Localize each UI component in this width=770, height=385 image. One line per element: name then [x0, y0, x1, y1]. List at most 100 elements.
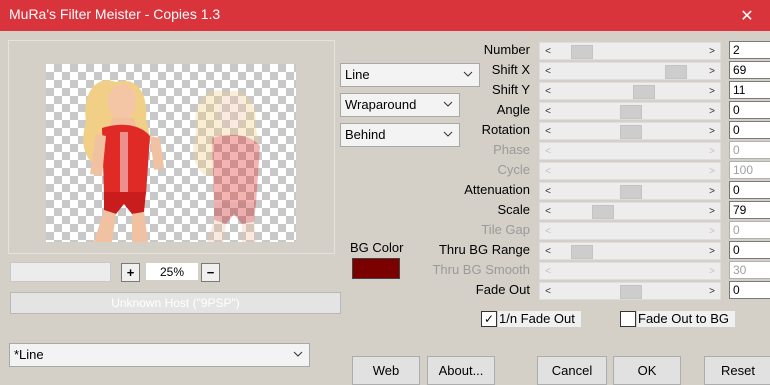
param-value-field[interactable]: 0: [729, 181, 770, 199]
chevron-right-icon[interactable]: >: [704, 123, 720, 139]
host-info: Unknown Host ("9PSP"): [10, 292, 341, 314]
preview-image: [83, 80, 260, 242]
param-slider: < >: [539, 222, 721, 240]
param-value-field: 0: [729, 141, 770, 159]
param-label: Shift Y: [491, 82, 530, 97]
plus-icon: +: [126, 265, 135, 280]
slider-thumb[interactable]: [632, 85, 655, 99]
checkbox-box[interactable]: ✓: [481, 311, 497, 327]
param-value-field: 0: [729, 221, 770, 239]
param-label: Tile Gap: [481, 222, 530, 237]
param-slider[interactable]: < >: [539, 122, 721, 140]
slider-thumb[interactable]: [664, 65, 687, 79]
checkmark-icon: ✓: [483, 312, 495, 326]
param-label: Angle: [496, 102, 530, 117]
title-bar: MuRa's Filter Meister - Copies 1.3 ✕: [0, 0, 770, 31]
param-label: Fade Out: [475, 282, 530, 297]
param-label: Thru BG Range: [438, 242, 530, 257]
chevron-down-icon: [443, 101, 453, 107]
chevron-right-icon[interactable]: >: [704, 43, 720, 59]
woman-figure: [83, 80, 164, 242]
chevron-right-icon: >: [709, 165, 715, 177]
param-slider: < >: [539, 162, 721, 180]
chevron-right-icon[interactable]: >: [704, 283, 720, 299]
chevron-right-icon: >: [709, 225, 715, 237]
param-value-field[interactable]: 0: [729, 281, 770, 299]
checkbox-box[interactable]: [620, 311, 636, 327]
slider-thumb[interactable]: [620, 105, 642, 119]
param-slider: < >: [539, 142, 721, 160]
chevron-right-icon[interactable]: >: [704, 203, 720, 219]
param-slider[interactable]: < >: [539, 182, 721, 200]
chevron-left-icon[interactable]: <: [540, 43, 556, 59]
chevron-right-icon[interactable]: >: [704, 83, 720, 99]
chevron-left-icon: <: [545, 165, 551, 177]
param-label: Phase: [493, 142, 530, 157]
param-label: Scale: [497, 202, 530, 217]
chevron-right-icon[interactable]: >: [704, 63, 720, 79]
chevron-down-icon: [463, 71, 473, 77]
chevron-down-icon: [443, 131, 453, 137]
zoom-scrollbar[interactable]: [10, 262, 111, 282]
param-label: Thru BG Smooth: [432, 262, 530, 277]
preview-canvas[interactable]: [46, 64, 296, 242]
mode-select[interactable]: Line: [340, 63, 480, 87]
chevron-right-icon[interactable]: >: [704, 183, 720, 199]
chevron-left-icon[interactable]: <: [540, 63, 556, 79]
param-slider[interactable]: < >: [539, 242, 721, 260]
param-value-field[interactable]: 79: [729, 201, 770, 219]
param-slider[interactable]: < >: [539, 202, 721, 220]
slider-thumb[interactable]: [571, 45, 594, 59]
param-slider[interactable]: < >: [539, 42, 721, 60]
chevron-down-icon: [293, 351, 303, 357]
param-value-field: 100: [729, 161, 770, 179]
minus-icon: −: [206, 265, 215, 280]
param-label: Shift X: [491, 62, 530, 77]
bg-color-label: BG Color: [350, 240, 404, 255]
zoom-out-button[interactable]: −: [201, 263, 220, 282]
woman-copy-faded: [193, 90, 260, 242]
chevron-right-icon[interactable]: >: [704, 243, 720, 259]
param-value-field: 30: [729, 261, 770, 279]
chevron-left-icon[interactable]: <: [540, 203, 556, 219]
close-button[interactable]: ✕: [724, 0, 770, 31]
chevron-left-icon[interactable]: <: [540, 123, 556, 139]
param-slider[interactable]: < >: [539, 82, 721, 100]
chevron-left-icon[interactable]: <: [540, 83, 556, 99]
chevron-left-icon[interactable]: <: [540, 183, 556, 199]
fade-bg-label: Fade Out to BG: [637, 311, 736, 327]
preset-select[interactable]: *Line: [9, 343, 310, 367]
mode-value: Line: [345, 67, 370, 82]
slider-thumb[interactable]: [620, 125, 642, 139]
param-value-field[interactable]: 0: [729, 121, 770, 139]
param-value-field[interactable]: 69: [729, 61, 770, 79]
chevron-left-icon: <: [545, 265, 551, 277]
order-select[interactable]: Behind: [340, 123, 460, 147]
param-label: Rotation: [481, 122, 530, 137]
chevron-right-icon[interactable]: >: [704, 103, 720, 119]
edge-value: Wraparound: [345, 97, 417, 112]
param-slider[interactable]: < >: [539, 62, 721, 80]
param-label: Number: [483, 42, 530, 57]
param-slider[interactable]: < >: [539, 102, 721, 120]
slider-thumb[interactable]: [620, 285, 642, 299]
chevron-left-icon[interactable]: <: [540, 243, 556, 259]
chevron-left-icon[interactable]: <: [540, 103, 556, 119]
param-value-field[interactable]: 0: [729, 241, 770, 259]
fade-1n-label: 1/n Fade Out: [498, 311, 581, 327]
edge-select[interactable]: Wraparound: [340, 93, 460, 117]
slider-thumb[interactable]: [620, 185, 642, 199]
param-slider[interactable]: < >: [539, 282, 721, 300]
slider-thumb[interactable]: [591, 205, 614, 219]
param-value-field[interactable]: 0: [729, 101, 770, 119]
zoom-in-button[interactable]: +: [121, 263, 140, 282]
slider-thumb[interactable]: [571, 245, 594, 259]
bg-color-swatch[interactable]: [352, 258, 400, 279]
window-title: MuRa's Filter Meister - Copies 1.3: [9, 6, 221, 22]
chevron-right-icon: >: [709, 145, 715, 157]
chevron-left-icon[interactable]: <: [540, 283, 556, 299]
zoom-value: 25%: [146, 263, 198, 280]
preset-value: *Line: [14, 347, 44, 362]
param-value-field[interactable]: 2: [729, 41, 770, 59]
param-value-field[interactable]: 11: [729, 81, 770, 99]
